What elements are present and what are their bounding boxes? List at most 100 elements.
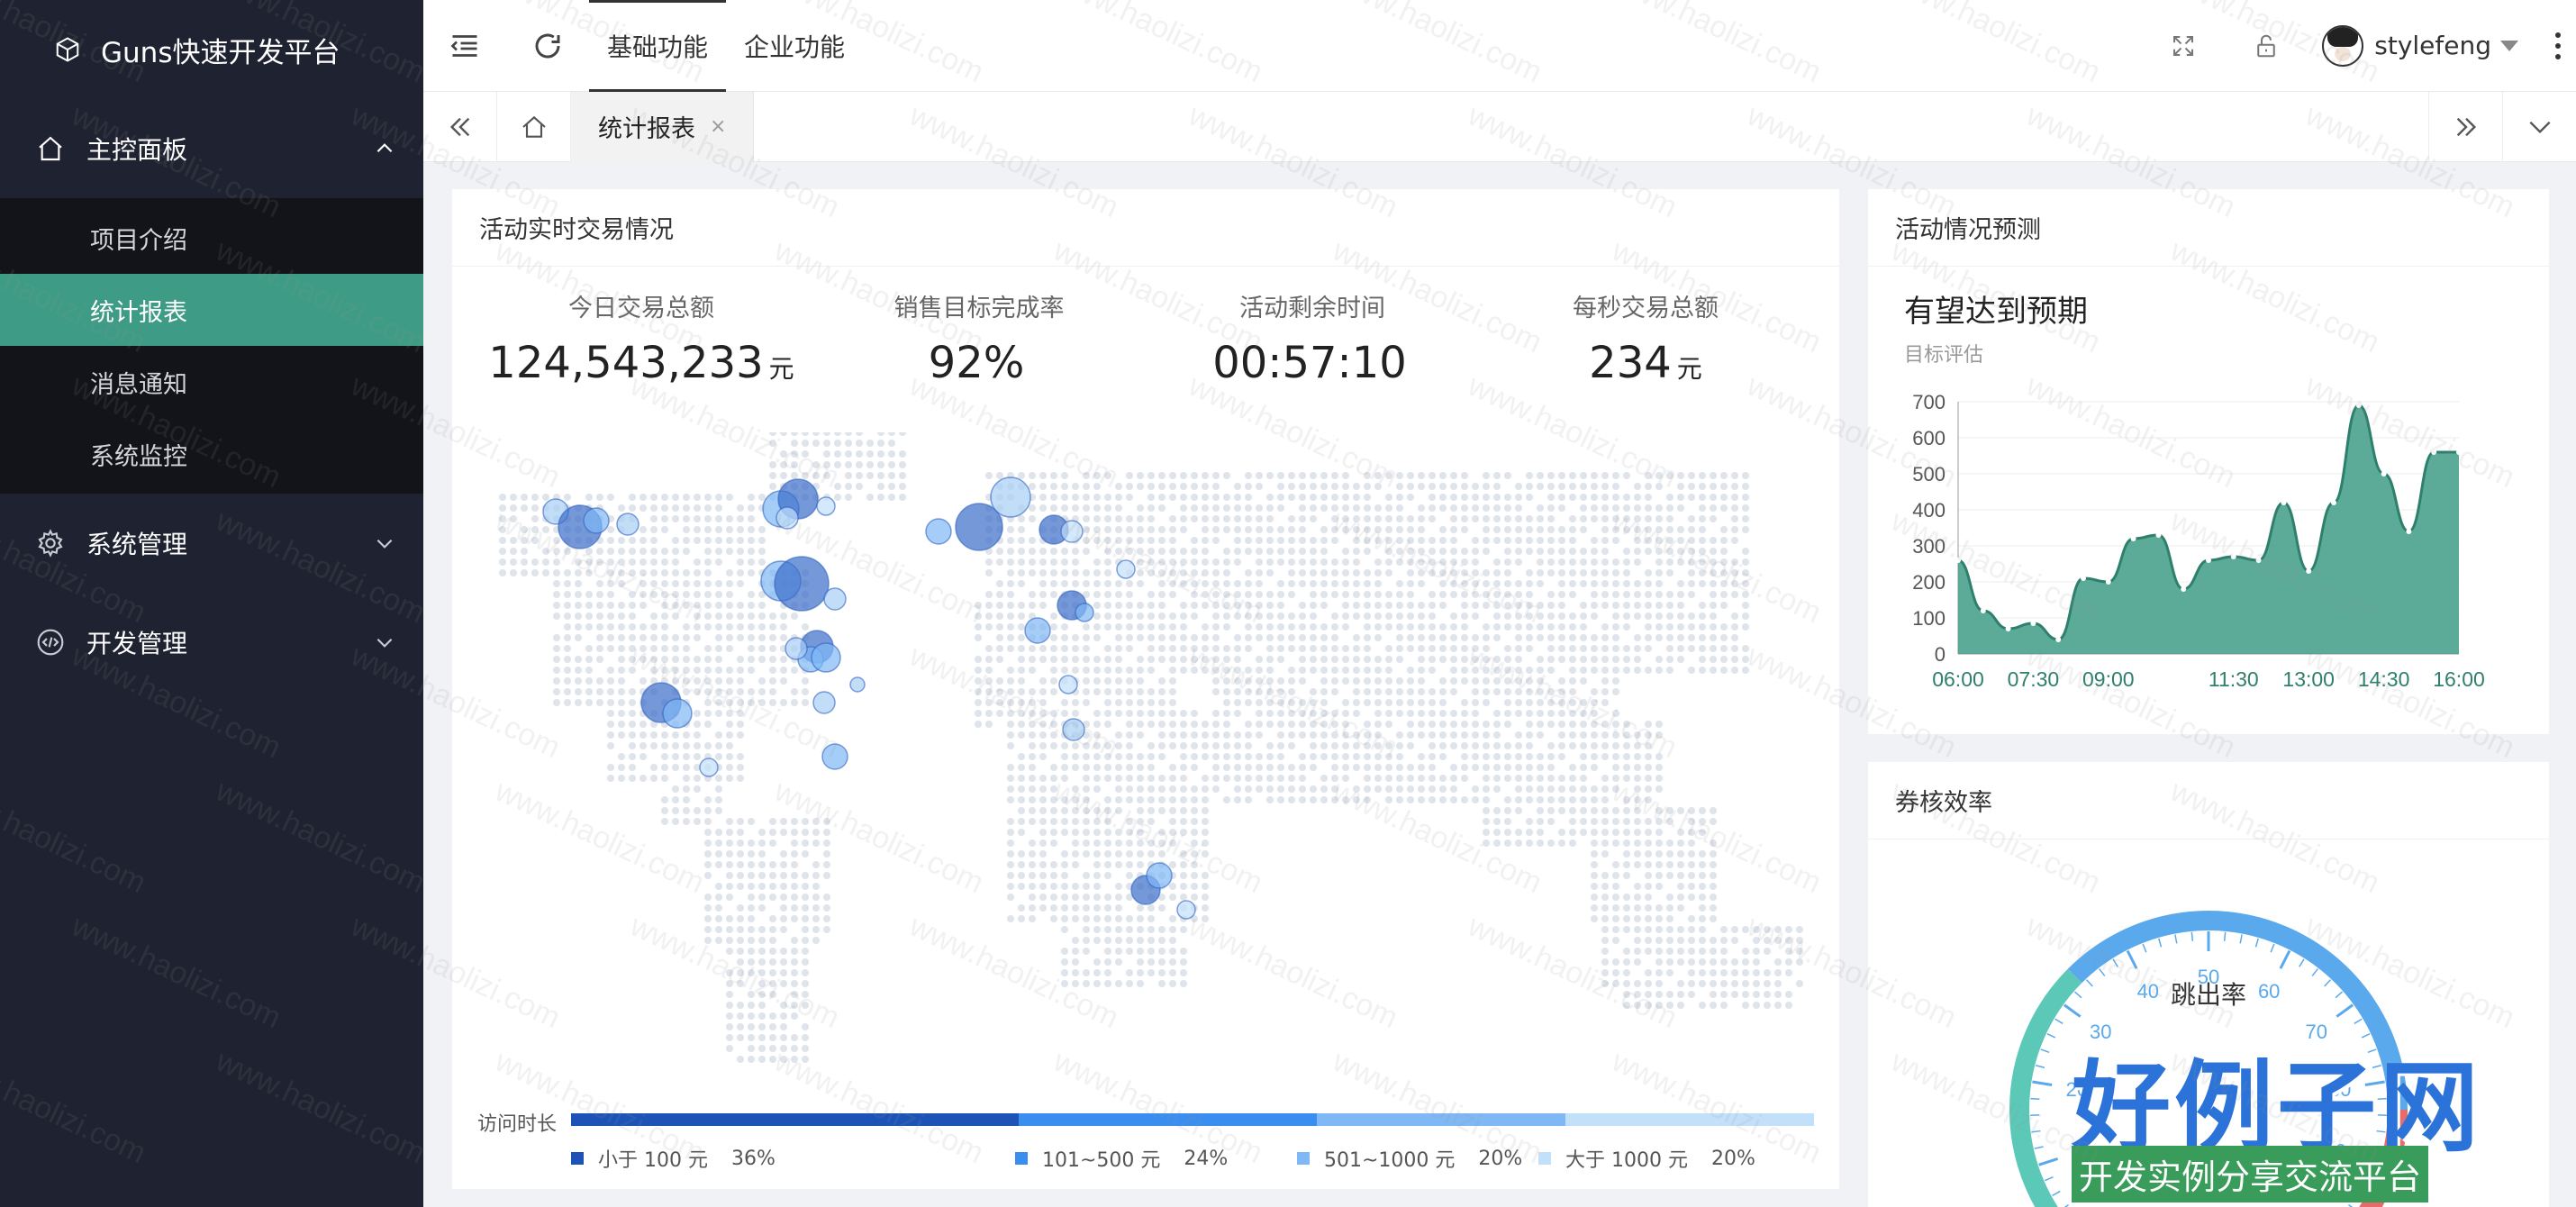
sidebar-item-monitor[interactable]: 系统监控 — [0, 418, 423, 490]
data-point[interactable] — [2431, 449, 2437, 455]
map-dot — [1050, 775, 1057, 782]
map-bubble[interactable] — [1060, 520, 1084, 543]
map-bubble[interactable] — [616, 513, 639, 536]
data-point[interactable] — [2331, 500, 2336, 505]
data-point[interactable] — [2281, 500, 2287, 505]
map-dot — [888, 440, 895, 447]
data-point[interactable] — [2055, 637, 2062, 642]
map-bubble[interactable] — [1075, 603, 1094, 622]
data-point[interactable] — [2130, 536, 2136, 541]
data-point[interactable] — [2105, 579, 2111, 585]
map-dot — [1645, 1002, 1652, 1009]
map-bubble[interactable] — [776, 506, 799, 530]
tabs-menu-button[interactable] — [2502, 91, 2576, 162]
data-point[interactable] — [2306, 568, 2312, 574]
map-bubble[interactable] — [811, 642, 841, 673]
gauge-tick-label: 20 — [2066, 1078, 2088, 1101]
map-bubble[interactable] — [662, 698, 693, 729]
close-icon[interactable]: × — [710, 115, 726, 138]
map-dot — [1266, 742, 1274, 749]
map-dot — [1039, 494, 1047, 501]
map-bubble[interactable] — [785, 637, 808, 660]
tabs-scroll-left-button[interactable] — [423, 91, 497, 162]
map-bubble[interactable] — [1146, 862, 1173, 889]
tabs-scroll-right-button[interactable] — [2428, 91, 2502, 162]
page-tab-statistics[interactable]: 统计报表 × — [571, 91, 755, 162]
menu-group-system[interactable]: 系统管理 — [0, 494, 423, 593]
data-point[interactable] — [1980, 608, 1986, 613]
map-bubble[interactable] — [849, 676, 866, 693]
more-icon[interactable] — [2540, 32, 2576, 59]
tab-enterprise-features[interactable]: 企业功能 — [726, 0, 863, 92]
user-menu[interactable]: stylefeng — [2308, 0, 2533, 92]
data-point[interactable] — [2030, 621, 2036, 626]
map-dot — [1104, 699, 1111, 706]
data-point[interactable] — [2005, 626, 2011, 631]
map-bubble[interactable] — [812, 691, 836, 714]
map-bubble[interactable] — [990, 476, 1031, 518]
gauge-tick — [2372, 1065, 2381, 1068]
data-point[interactable] — [2206, 558, 2211, 563]
map-dot — [639, 558, 647, 566]
map-dot — [1515, 731, 1522, 739]
menu-group-dashboard[interactable]: 主控面板 — [0, 99, 423, 198]
map-bubble[interactable] — [1062, 718, 1085, 741]
sidebar-item-statistics[interactable]: 统计报表 — [0, 274, 423, 346]
map-bubble[interactable] — [774, 556, 830, 612]
data-point[interactable] — [1955, 558, 1961, 563]
data-point[interactable] — [2456, 449, 2462, 455]
map-bubble[interactable] — [816, 496, 836, 516]
map-dot — [1137, 721, 1144, 728]
map-dot — [1666, 667, 1673, 674]
map-dot — [683, 623, 690, 631]
data-point[interactable] — [2181, 586, 2187, 592]
fullscreen-button[interactable] — [2142, 0, 2225, 92]
map-dot — [1320, 580, 1328, 587]
map-dot — [1061, 667, 1068, 674]
data-point[interactable] — [2155, 532, 2162, 538]
toggle-sidebar-button[interactable] — [423, 0, 506, 92]
sidebar-item-project-intro[interactable]: 项目介绍 — [0, 202, 423, 274]
map-dot — [1147, 634, 1155, 641]
map-bubble[interactable] — [1116, 559, 1136, 579]
tab-basic-features[interactable]: 基础功能 — [589, 0, 727, 92]
map-bubble[interactable] — [1176, 900, 1196, 920]
map-dot — [564, 645, 571, 652]
map-dot — [1245, 785, 1252, 793]
map-dot — [1158, 494, 1166, 501]
map-bubble[interactable] — [1058, 675, 1078, 694]
y-tick-label: 500 — [1912, 463, 1946, 486]
chevron-up-icon — [376, 143, 393, 153]
world-bubble-map[interactable] — [470, 432, 1821, 1117]
lock-screen-button[interactable] — [2225, 0, 2308, 92]
map-bubble[interactable] — [699, 758, 719, 777]
map-dot — [1050, 829, 1057, 836]
sidebar-item-notifications[interactable]: 消息通知 — [0, 346, 423, 418]
data-point[interactable] — [2081, 576, 2086, 581]
map-bubble[interactable] — [1024, 617, 1051, 644]
map-dot — [1061, 558, 1068, 566]
data-point[interactable] — [2355, 403, 2362, 408]
map-bubble[interactable] — [583, 507, 610, 534]
forecast-area-chart[interactable]: 010020030040050060070006:00 07:30 09:00 11:… — [1868, 369, 2549, 703]
map-bubble[interactable] — [823, 587, 847, 611]
map-bubble[interactable] — [925, 518, 952, 545]
map-dot — [1450, 764, 1457, 771]
map-dot — [1385, 515, 1392, 522]
map-dot — [812, 861, 820, 868]
data-point[interactable] — [2381, 471, 2387, 476]
map-dot — [715, 494, 722, 501]
menu-group-dev[interactable]: 开发管理 — [0, 593, 423, 692]
app-logo[interactable]: Guns快速开发平台 — [0, 0, 423, 99]
data-point[interactable] — [2230, 554, 2236, 559]
home-tab-button[interactable] — [497, 91, 571, 162]
map-bubble[interactable] — [821, 743, 848, 770]
map-dot — [748, 602, 755, 609]
refresh-button[interactable] — [506, 0, 589, 92]
map-dot — [650, 504, 658, 512]
map-dot — [607, 623, 614, 631]
data-point[interactable] — [2406, 529, 2412, 534]
map-dot — [1007, 558, 1014, 566]
map-dot — [1234, 753, 1241, 760]
data-point[interactable] — [2255, 558, 2262, 563]
